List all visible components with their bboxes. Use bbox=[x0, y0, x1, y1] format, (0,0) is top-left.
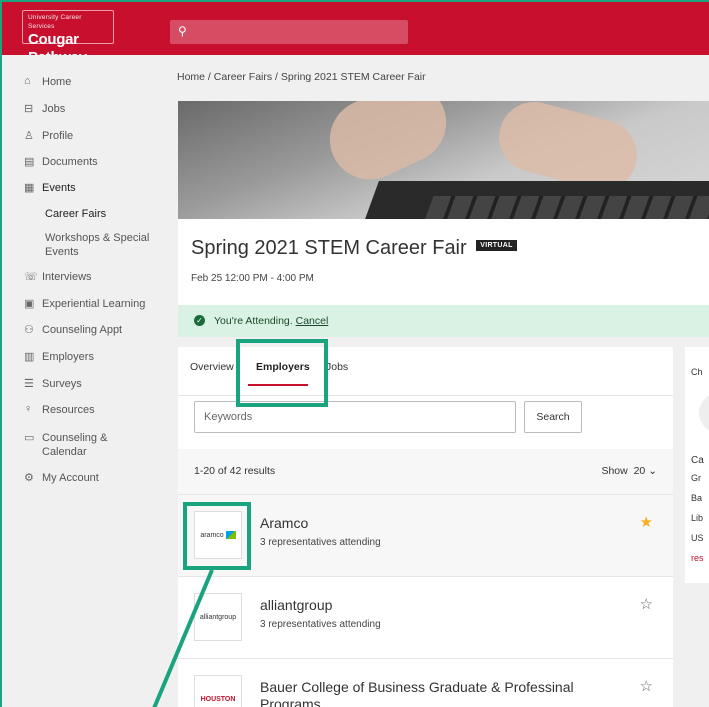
avatar bbox=[699, 393, 709, 433]
results-bar: 1-20 of 42 results Show 20 ⌄ bbox=[178, 449, 673, 494]
card-heading: Ch bbox=[691, 367, 703, 377]
breadcrumb: Home / Career Fairs / Spring 2021 STEM C… bbox=[177, 71, 426, 83]
employer-detail-card: Ch Ca Gr Ba Lib US res bbox=[685, 347, 709, 583]
breadcrumb-home[interactable]: Home bbox=[177, 71, 205, 83]
event-banner-image bbox=[178, 101, 709, 219]
sidebar-item-label: Counseling Appt bbox=[42, 324, 123, 336]
search-icon: ⚲ bbox=[178, 24, 187, 38]
sidebar-item-profile[interactable]: ♙ Profile bbox=[24, 129, 73, 143]
event-header-card: Spring 2021 STEM Career Fair VIRTUAL Feb… bbox=[178, 219, 709, 305]
logo-subtitle: University Career Services bbox=[28, 14, 82, 30]
virtual-badge: VIRTUAL bbox=[476, 240, 517, 252]
employer-name[interactable]: alliantgroup bbox=[260, 597, 332, 613]
event-date: Feb 25 12:00 PM - 4:00 PM bbox=[191, 273, 314, 284]
annotation-highlight-employer-logo bbox=[183, 502, 251, 570]
sidebar-item-label: Documents bbox=[42, 156, 98, 168]
breadcrumb-separator: / bbox=[205, 71, 214, 83]
survey-icon: ☰ bbox=[24, 378, 34, 390]
chevron-down-icon: ⌄ bbox=[648, 465, 657, 477]
sidebar-item-label: My Account bbox=[42, 472, 99, 484]
show-value: 20 bbox=[633, 465, 646, 477]
employer-reps: 3 representatives attending bbox=[260, 537, 381, 548]
show-label: Show bbox=[601, 465, 628, 477]
employer-name[interactable]: Aramco bbox=[260, 515, 308, 531]
gear-icon: ⚙ bbox=[24, 472, 34, 484]
lightbulb-icon: ♀ bbox=[24, 403, 33, 415]
sidebar-subitem-workshops[interactable]: Workshops & Special Events bbox=[45, 231, 155, 259]
top-bar: University Career Services Cougar Pathwa… bbox=[2, 2, 709, 66]
home-icon: ⌂ bbox=[24, 75, 31, 87]
results-count: 1-20 of 42 results bbox=[194, 465, 276, 477]
sidebar-item-jobs[interactable]: ⊟ Jobs bbox=[24, 102, 65, 116]
sidebar-item-my-account[interactable]: ⚙ My Account bbox=[24, 471, 99, 485]
briefcase-icon: ⊟ bbox=[24, 103, 34, 115]
user-icon: ♙ bbox=[24, 130, 34, 142]
sidebar-item-counseling-appt[interactable]: ⚇ Counseling Appt bbox=[24, 323, 122, 337]
annotation-arrow bbox=[152, 569, 214, 707]
employer-row-bauer[interactable]: HOUSTON Bauer College of Business Gradua… bbox=[178, 658, 673, 707]
calendar-icon: ▭ bbox=[24, 432, 35, 444]
sidebar-item-label: Employers bbox=[42, 351, 94, 363]
page-size-select[interactable]: Show 20 ⌄ bbox=[601, 465, 657, 477]
card-line: Ba bbox=[691, 493, 703, 503]
sidebar-item-label: Home bbox=[42, 76, 72, 88]
clipboard-icon: ▣ bbox=[24, 298, 35, 310]
cougar-pathway-logo[interactable]: University Career Services Cougar Pathwa… bbox=[22, 10, 114, 66]
document-icon: ▤ bbox=[24, 156, 35, 168]
calendar-icon: ▦ bbox=[24, 182, 35, 194]
sidebar-item-employers[interactable]: ▥ Employers bbox=[24, 350, 94, 364]
employer-reps: 3 representatives attending bbox=[260, 619, 381, 630]
star-outline-icon[interactable]: ☆ bbox=[640, 595, 653, 613]
cancel-link[interactable]: Cancel bbox=[296, 315, 329, 327]
sidebar-subitem-career-fairs[interactable]: Career Fairs bbox=[45, 207, 155, 221]
sidebar-item-label: Profile bbox=[42, 130, 74, 142]
attending-label: You're Attending. bbox=[214, 315, 293, 327]
sidebar-item-events[interactable]: ▦ Events bbox=[24, 181, 76, 195]
screen-frame: University Career Services Cougar Pathwa… bbox=[0, 0, 709, 707]
people-icon: ⚇ bbox=[24, 324, 34, 336]
check-circle-icon: ✓ bbox=[194, 315, 205, 326]
sidebar-item-resources[interactable]: ♀ Resources bbox=[24, 403, 95, 417]
sidebar-item-interviews[interactable]: ☏ Interviews bbox=[24, 270, 92, 284]
global-search-input[interactable]: ⚲ bbox=[170, 20, 408, 44]
tab-jobs[interactable]: Jobs bbox=[326, 361, 348, 373]
sidebar-item-label: Jobs bbox=[42, 103, 66, 115]
star-filled-icon[interactable]: ★ bbox=[640, 513, 653, 531]
breadcrumb-current: Spring 2021 STEM Career Fair bbox=[280, 71, 426, 83]
attending-banner: ✓ You're Attending. Cancel bbox=[178, 305, 709, 337]
tab-overview[interactable]: Overview bbox=[190, 361, 234, 373]
sidebar-item-label: Surveys bbox=[42, 378, 82, 390]
event-title: Spring 2021 STEM Career Fair VIRTUAL bbox=[191, 237, 517, 260]
search-button[interactable]: Search bbox=[524, 401, 582, 433]
breadcrumb-separator: / bbox=[272, 71, 281, 83]
star-outline-icon[interactable]: ☆ bbox=[640, 677, 653, 695]
attending-text: You're Attending. Cancel bbox=[214, 315, 328, 327]
breadcrumb-career-fairs[interactable]: Career Fairs bbox=[214, 71, 272, 83]
sidebar-item-experiential-learning[interactable]: ▣ Experiential Learning bbox=[24, 297, 145, 311]
card-line: Gr bbox=[691, 473, 701, 483]
card-line: US bbox=[691, 533, 704, 543]
sidebar-item-label: Counseling & Calendar bbox=[42, 432, 108, 458]
sidebar-item-label: Resources bbox=[42, 404, 95, 416]
sidebar-item-surveys[interactable]: ☰ Surveys bbox=[24, 377, 82, 391]
sidebar: ⌂ Home ⊟ Jobs ♙ Profile ▤ Documents ▦ Events … bbox=[2, 55, 164, 707]
sidebar-item-documents[interactable]: ▤ Documents bbox=[24, 155, 98, 169]
sidebar-item-label: Experiential Learning bbox=[42, 298, 146, 310]
building-icon: ▥ bbox=[24, 351, 35, 363]
card-line: Lib bbox=[691, 513, 704, 523]
sidebar-item-home[interactable]: ⌂ Home bbox=[24, 75, 71, 89]
card-link[interactable]: res bbox=[691, 553, 704, 563]
event-title-text: Spring 2021 STEM Career Fair bbox=[191, 237, 467, 259]
sidebar-item-label: Interviews bbox=[42, 271, 92, 283]
interview-icon: ☏ bbox=[24, 271, 38, 283]
card-line: Ca bbox=[691, 455, 704, 466]
sidebar-item-label: Events bbox=[42, 182, 76, 194]
employer-row-alliantgroup[interactable]: alliantgroup alliantgroup 3 representati… bbox=[178, 576, 673, 658]
employer-row-aramco[interactable]: aramco Aramco 3 representatives attendin… bbox=[178, 494, 673, 576]
annotation-highlight-employers-tab bbox=[236, 339, 328, 407]
employer-name[interactable]: Bauer College of Business Graduate & Pro… bbox=[260, 679, 620, 707]
sidebar-item-counseling-calendar[interactable]: ▭ Counseling & Calendar bbox=[24, 431, 132, 459]
